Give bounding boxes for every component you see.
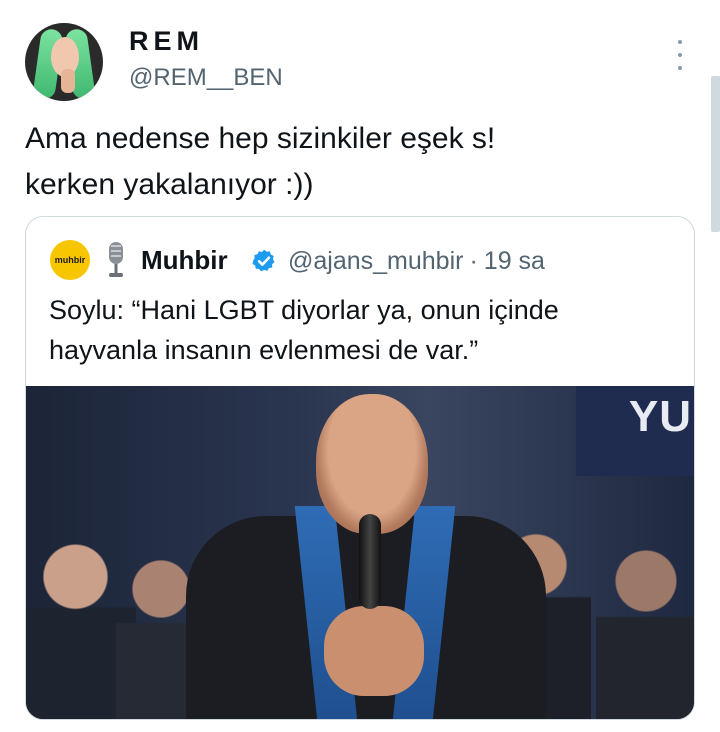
more-dot (678, 53, 682, 57)
avatar-hand (61, 69, 75, 93)
quote-time[interactable]: 19 sa (484, 247, 545, 275)
quoted-tweet-card[interactable]: muhbir Muhbir @ajans_muhbir · 19 sa Soylu:… (25, 216, 695, 720)
photo-speaker-hands (324, 606, 424, 696)
quote-meta: @ajans_muhbir · 19 sa (288, 247, 545, 276)
photo-microphone (359, 514, 381, 609)
meta-separator: · (469, 247, 478, 275)
photo-speaker-head (316, 394, 428, 534)
tweet-text-line: kerken yakalanıyor :)) (25, 168, 314, 201)
author-handle[interactable]: @REM__BEN (129, 64, 283, 92)
quote-text: Soylu: “Hani LGBT diyorlar ya, onun için… (49, 290, 679, 370)
photo-person (596, 546, 694, 719)
scrollbar-thumb[interactable] (711, 76, 720, 232)
quote-avatar[interactable]: muhbir (50, 240, 90, 280)
more-dot (678, 66, 682, 70)
verified-badge-icon (252, 249, 275, 272)
microphone-icon (109, 242, 123, 277)
author-avatar[interactable] (25, 23, 103, 101)
tweet-text: Ama nedense hep sizinkiler eşek s! kerke… (25, 116, 665, 208)
more-dot (678, 40, 682, 44)
quote-display-name[interactable]: Muhbir (141, 245, 228, 276)
quote-text-line: Soylu: “Hani LGBT diyorlar ya, onun için… (49, 295, 559, 325)
quote-handle[interactable]: @ajans_muhbir (288, 247, 463, 275)
tweet: REM @REM__BEN Ama nedense hep sizinkiler… (0, 0, 720, 732)
quote-text-line: hayvanla insanın evlenmesi de var.” (49, 335, 479, 365)
author-display-name[interactable]: REM (129, 26, 204, 57)
photo-banner-text: YU (628, 392, 692, 441)
tweet-text-line: Ama nedense hep sizinkiler eşek s! (25, 122, 496, 155)
quote-photo[interactable]: YU (26, 386, 694, 719)
more-vertical-icon[interactable] (672, 40, 688, 70)
